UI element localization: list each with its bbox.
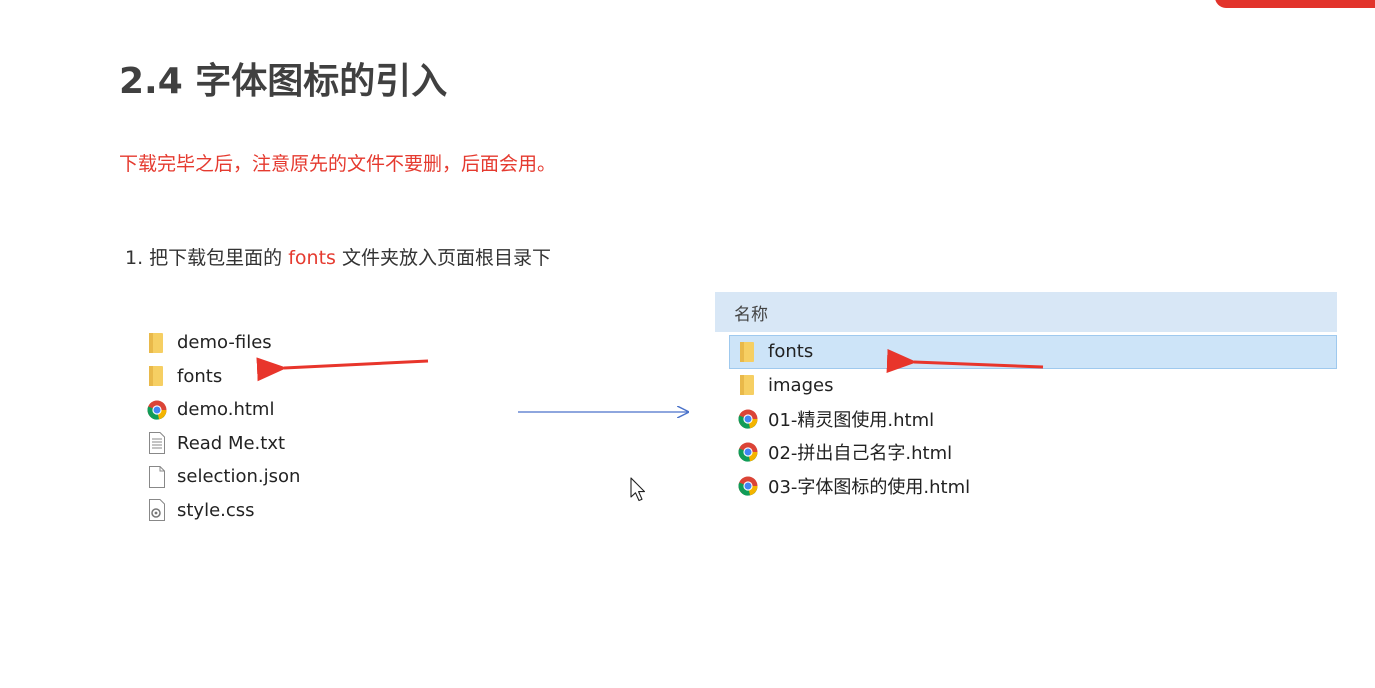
file-name: selection.json [177, 466, 301, 488]
folder-icon [146, 365, 168, 387]
download-package-listing: demo-files fonts demo.html Read Me.txt s… [146, 326, 300, 527]
list-item[interactable]: style.css [146, 494, 300, 528]
list-item[interactable]: demo-files [146, 326, 300, 360]
list-item[interactable]: fonts [146, 360, 300, 394]
file-name: 01-精灵图使用.html [768, 409, 935, 431]
file-name: demo-files [177, 332, 272, 354]
list-item[interactable]: Read Me.txt [146, 427, 300, 461]
file-name: style.css [177, 499, 255, 521]
chrome-icon [737, 475, 759, 497]
file-name: 03-字体图标的使用.html [768, 476, 971, 498]
list-item[interactable]: demo.html [146, 393, 300, 427]
explorer-file-list: fonts images 01-精灵图使用.html 02-拼出自己名字.htm… [715, 332, 1337, 503]
step-prefix: 1. 把下载包里面的 [125, 247, 289, 269]
folder-icon [737, 374, 759, 396]
project-explorer: 名称 fonts images 01-精灵图使用.html 02-拼出自己名字.… [715, 292, 1337, 503]
file-name: fonts [177, 365, 223, 387]
blank-file-icon [146, 465, 168, 488]
step-instruction: 1. 把下载包里面的 fonts 文件夹放入页面根目录下 [125, 243, 551, 270]
file-name: images [768, 374, 834, 396]
folder-icon [146, 332, 168, 354]
list-item[interactable]: 02-拼出自己名字.html [737, 436, 1337, 470]
chrome-icon [146, 399, 168, 421]
step-highlight-fonts: fonts [288, 247, 336, 269]
chrome-icon [737, 408, 759, 430]
file-name: Read Me.txt [177, 432, 286, 454]
red-arrow-left [256, 357, 429, 382]
step-suffix: 文件夹放入页面根目录下 [335, 247, 551, 269]
file-name: 02-拼出自己名字.html [768, 443, 953, 465]
list-item[interactable]: 03-字体图标的使用.html [737, 469, 1337, 503]
list-item[interactable]: 01-精灵图使用.html [737, 402, 1337, 436]
mouse-cursor-icon [630, 477, 646, 502]
notice-text: 下载完毕之后，注意原先的文件不要删，后面会用。 [119, 153, 557, 175]
list-item[interactable]: selection.json [146, 460, 300, 494]
list-item-selected[interactable]: fonts [729, 335, 1337, 369]
file-name: demo.html [177, 399, 275, 421]
folder-icon [737, 341, 759, 363]
corner-tab-decoration [1215, 0, 1375, 8]
file-name: fonts [768, 341, 814, 363]
list-item[interactable]: images [737, 369, 1337, 403]
text-file-icon [146, 432, 168, 455]
column-header-name[interactable]: 名称 [715, 292, 1337, 332]
chrome-icon [737, 441, 759, 463]
column-header-label: 名称 [734, 304, 768, 325]
css-file-icon [146, 499, 168, 522]
page-title: 2.4 字体图标的引入 [119, 61, 448, 102]
